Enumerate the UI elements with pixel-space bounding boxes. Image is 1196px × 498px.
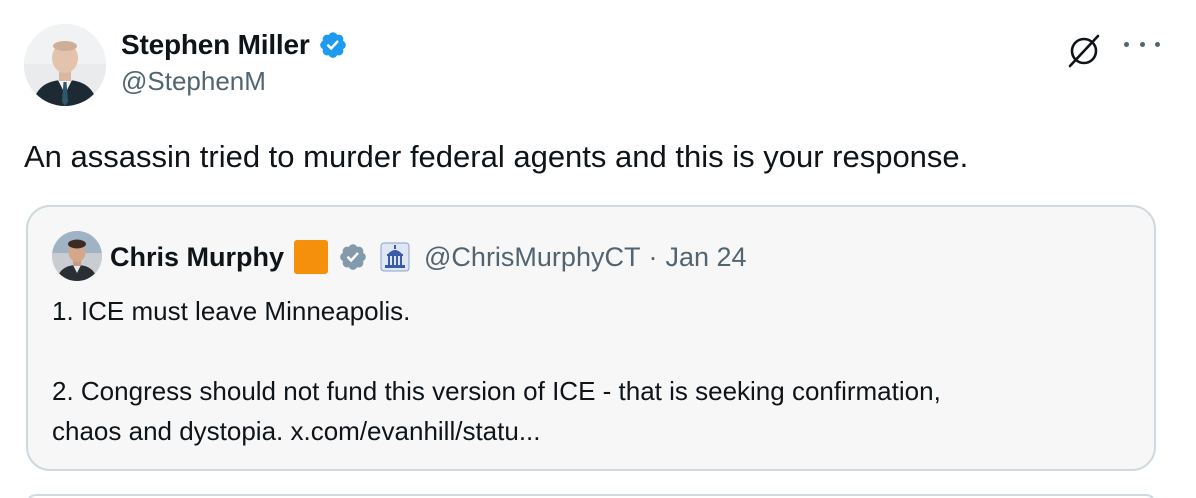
- author-block: Stephen Miller @StephenM: [121, 26, 348, 97]
- quoted-author-avatar[interactable]: [52, 231, 102, 281]
- dot: [1155, 41, 1160, 47]
- author-handle[interactable]: @StephenM: [121, 66, 348, 97]
- author-display-name[interactable]: Stephen Miller: [121, 29, 310, 61]
- government-building-icon: [380, 242, 410, 272]
- quoted-tweet[interactable]: Chris Murphy @ChrisMurphyCT · Jan 24 1. …: [26, 205, 1156, 471]
- next-card-edge: [26, 494, 1156, 498]
- quoted-handle[interactable]: @ChrisMurphyCT: [424, 242, 640, 273]
- quoted-text-line: chaos and dystopia. x.com/evanhill/statu…: [52, 416, 541, 446]
- avatar-image: [24, 24, 106, 106]
- quoted-display-name[interactable]: Chris Murphy: [110, 242, 284, 273]
- author-avatar[interactable]: [24, 24, 106, 106]
- grok-icon[interactable]: [1064, 30, 1104, 70]
- orange-square-emoji: [294, 240, 329, 274]
- avatar-image: [52, 231, 102, 281]
- quoted-text: 1. ICE must leave Minneapolis. 2. Congre…: [52, 291, 1132, 451]
- tweet: Stephen Miller @StephenM An assassin tri…: [0, 0, 1196, 498]
- dot: [1124, 41, 1129, 47]
- separator: ·: [648, 241, 658, 272]
- quoted-text-line: 1. ICE must leave Minneapolis.: [52, 296, 411, 326]
- quoted-timestamp[interactable]: Jan 24: [665, 242, 746, 273]
- tweet-text: An assassin tried to murder federal agen…: [24, 139, 969, 174]
- quoted-text-line: 2. Congress should not fund this version…: [52, 376, 941, 406]
- verified-badge-icon[interactable]: [318, 30, 348, 60]
- verified-badge-icon[interactable]: [338, 242, 368, 272]
- more-options-icon[interactable]: [1124, 32, 1160, 56]
- author-name-row: Stephen Miller: [121, 26, 348, 64]
- dot: [1139, 41, 1145, 47]
- quoted-header: Chris Murphy @ChrisMurphyCT · Jan 24: [110, 237, 747, 277]
